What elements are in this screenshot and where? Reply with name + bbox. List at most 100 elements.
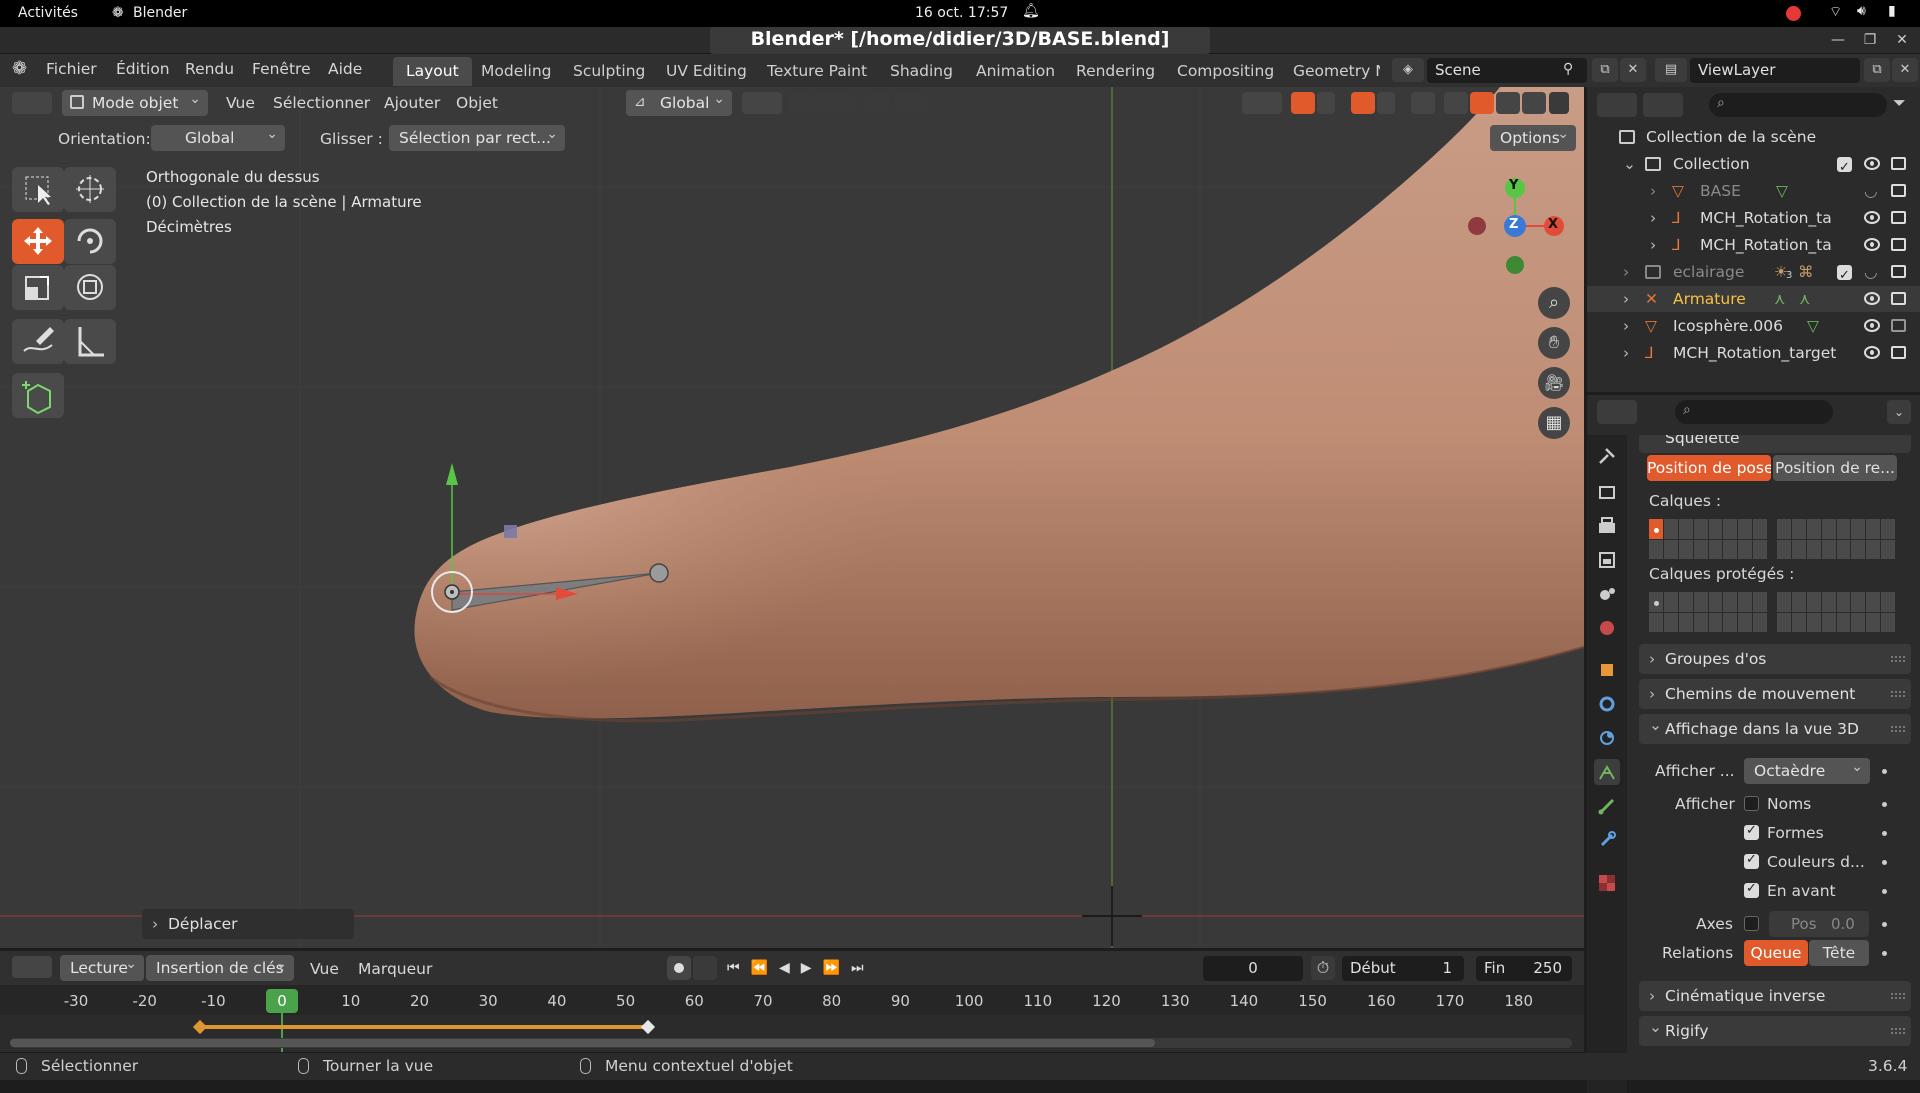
activities-button[interactable]: Activités: [18, 5, 78, 21]
outliner-row-collection[interactable]: ⌄ Collection: [1587, 151, 1920, 181]
tab-sculpting[interactable]: Sculpting: [560, 57, 658, 86]
filter-icon[interactable]: ⏷: [1893, 93, 1906, 113]
display-as-dropdown[interactable]: Octaèdre: [1744, 754, 1870, 784]
physics-tab-icon[interactable]: [1594, 725, 1620, 751]
tool-transform[interactable]: [64, 265, 116, 310]
shading-wireframe-icon[interactable]: [1444, 92, 1468, 114]
snap-target-icon[interactable]: [815, 92, 855, 114]
bone-groups-panel-header[interactable]: Groupes d'os: [1639, 644, 1911, 674]
drag-dropdown[interactable]: Sélection par rect...: [389, 121, 565, 151]
animate-property-dot[interactable]: [1882, 769, 1887, 774]
timeline-scrollbar-thumb[interactable]: [10, 1039, 1155, 1047]
tab-layout[interactable]: Layout: [393, 57, 472, 86]
output-tab-icon[interactable]: [1594, 513, 1620, 539]
tool-rotate[interactable]: [64, 219, 116, 264]
eye-icon[interactable]: [1864, 292, 1880, 305]
eye-icon[interactable]: [1864, 238, 1880, 251]
outliner-search-input[interactable]: ⌕: [1709, 93, 1887, 117]
chevron-right-icon[interactable]: ›: [1623, 340, 1629, 366]
eye-icon[interactable]: [1864, 157, 1880, 170]
tab-modeling[interactable]: Modeling: [468, 57, 565, 86]
timeline-editor-type-icon[interactable]: [12, 956, 52, 978]
snap-toggle-icon[interactable]: [789, 92, 813, 114]
texture-tab-icon[interactable]: [1594, 870, 1620, 896]
visibility-icon[interactable]: [1242, 92, 1282, 114]
chevron-right-icon[interactable]: ›: [1650, 205, 1656, 231]
frame-ruler[interactable]: [0, 985, 1584, 1015]
axes-position-field[interactable]: Pos 0.0: [1769, 911, 1869, 937]
delete-viewlayer-icon[interactable]: ✕: [1892, 58, 1918, 82]
chevron-down-icon[interactable]: ⌄: [1623, 151, 1636, 177]
gizmo-y-arrow[interactable]: [446, 463, 458, 485]
shading-material-icon[interactable]: [1496, 92, 1520, 114]
exclude-checkbox[interactable]: [1837, 263, 1852, 289]
viewport-display-panel-header[interactable]: Affichage dans la vue 3D: [1639, 710, 1911, 744]
playback-controls[interactable]: ⏮⏪◀▶⏩⏭: [727, 956, 889, 980]
keyframe-diamond-start[interactable]: [192, 1019, 208, 1035]
menu-objet[interactable]: Objet: [456, 94, 498, 112]
tab-geometry-nodes[interactable]: Geometry N: [1280, 57, 1380, 86]
camera-object-icon[interactable]: ⌘: [1798, 259, 1814, 285]
outliner-row-mch-rotation-target[interactable]: › ⅃ MCH_Rotation_target: [1587, 340, 1920, 366]
scene-tab-icon[interactable]: [1594, 581, 1620, 607]
tool-add-cube[interactable]: [12, 373, 64, 418]
tool-annotate[interactable]: [12, 319, 64, 364]
shading-solid-icon[interactable]: [1470, 92, 1494, 114]
menu-vue[interactable]: Vue: [226, 94, 255, 112]
show-names-checkbox[interactable]: [1744, 796, 1759, 811]
operator-panel[interactable]: › Déplacer: [142, 909, 354, 939]
chevron-right-icon[interactable]: ›: [1623, 286, 1629, 312]
menu-fichier[interactable]: Fichier: [46, 60, 97, 78]
armature-data-tab-icon[interactable]: [1594, 759, 1620, 785]
tab-rendering[interactable]: Rendering: [1063, 57, 1168, 86]
outliner-scene-collection[interactable]: Collection de la scène: [1587, 124, 1920, 150]
chevron-right-icon[interactable]: ›: [1650, 178, 1656, 204]
shading-dropdown-icon[interactable]: [1549, 92, 1569, 114]
animate-property-dot[interactable]: [1882, 802, 1887, 807]
properties-search-input[interactable]: ⌕: [1675, 400, 1833, 424]
eye-closed-icon[interactable]: ◡: [1864, 259, 1878, 285]
view-layer-tab-icon[interactable]: [1594, 547, 1620, 573]
render-camera-icon[interactable]: [1891, 292, 1906, 305]
gizmo-x-label[interactable]: X: [1548, 217, 1558, 232]
motion-paths-panel-header[interactable]: Chemins de mouvement: [1639, 679, 1911, 709]
tool-select-box[interactable]: [12, 167, 64, 212]
render-camera-icon[interactable]: [1891, 319, 1906, 332]
new-scene-icon[interactable]: ⧉: [1592, 58, 1618, 82]
drag-grip-icon[interactable]: [1891, 1028, 1905, 1034]
outliner-row-mch-rotation-1[interactable]: › ⅃ MCH_Rotation_ta: [1587, 205, 1920, 231]
menu-selectionner[interactable]: Sélectionner: [273, 94, 370, 112]
outliner-row-eclairage[interactable]: › eclairage ☀︎ 3 ⌘ ◡: [1587, 259, 1920, 289]
volume-icon[interactable]: 🔊︎: [1857, 3, 1866, 19]
mesh-data-icon[interactable]: ▽: [1776, 178, 1788, 204]
show-group-colors-checkbox[interactable]: [1744, 852, 1759, 869]
animate-property-dot[interactable]: [1882, 831, 1887, 836]
scene-browse-icon[interactable]: ◈: [1392, 58, 1424, 82]
mesh-data-icon[interactable]: ▽: [1807, 313, 1819, 339]
record-button[interactable]: [667, 956, 691, 980]
render-camera-icon[interactable]: [1891, 184, 1906, 197]
menu-fenetre[interactable]: Fenêtre: [252, 60, 311, 78]
protected-layers-grid-1[interactable]: [1649, 592, 1767, 632]
viewlayer-browse-icon[interactable]: ▤: [1655, 58, 1687, 82]
outliner-row-base[interactable]: › ▽ BASE ▽ ◡: [1587, 178, 1920, 204]
perspective-toggle-icon[interactable]: ▦: [1538, 407, 1570, 439]
eye-icon[interactable]: [1864, 319, 1880, 332]
tool-cursor[interactable]: [64, 167, 116, 212]
properties-editor-type-icon[interactable]: [1597, 400, 1637, 424]
animate-property-dot[interactable]: [1882, 951, 1887, 956]
tool-move[interactable]: [12, 219, 64, 264]
drag-grip-icon[interactable]: [1891, 656, 1905, 662]
do-not-disturb-icon[interactable]: [1786, 6, 1801, 21]
armature-data-icon[interactable]: ⋏: [1774, 286, 1785, 312]
close-icon[interactable]: ✕: [1892, 31, 1912, 49]
animate-property-dot[interactable]: [1882, 860, 1887, 865]
tool-measure[interactable]: [64, 319, 116, 364]
render-camera-icon[interactable]: [1891, 211, 1906, 224]
preview-range-icon[interactable]: ⏱: [1311, 956, 1335, 980]
options-dropdown[interactable]: Options: [1490, 121, 1576, 151]
proportional-edit-icon[interactable]: [865, 92, 889, 114]
outliner-row-mch-rotation-2[interactable]: › ⅃ MCH_Rotation_ta: [1587, 232, 1920, 258]
tab-uv-editing[interactable]: UV Editing: [653, 57, 760, 86]
zoom-icon[interactable]: ⌕: [1538, 287, 1570, 319]
